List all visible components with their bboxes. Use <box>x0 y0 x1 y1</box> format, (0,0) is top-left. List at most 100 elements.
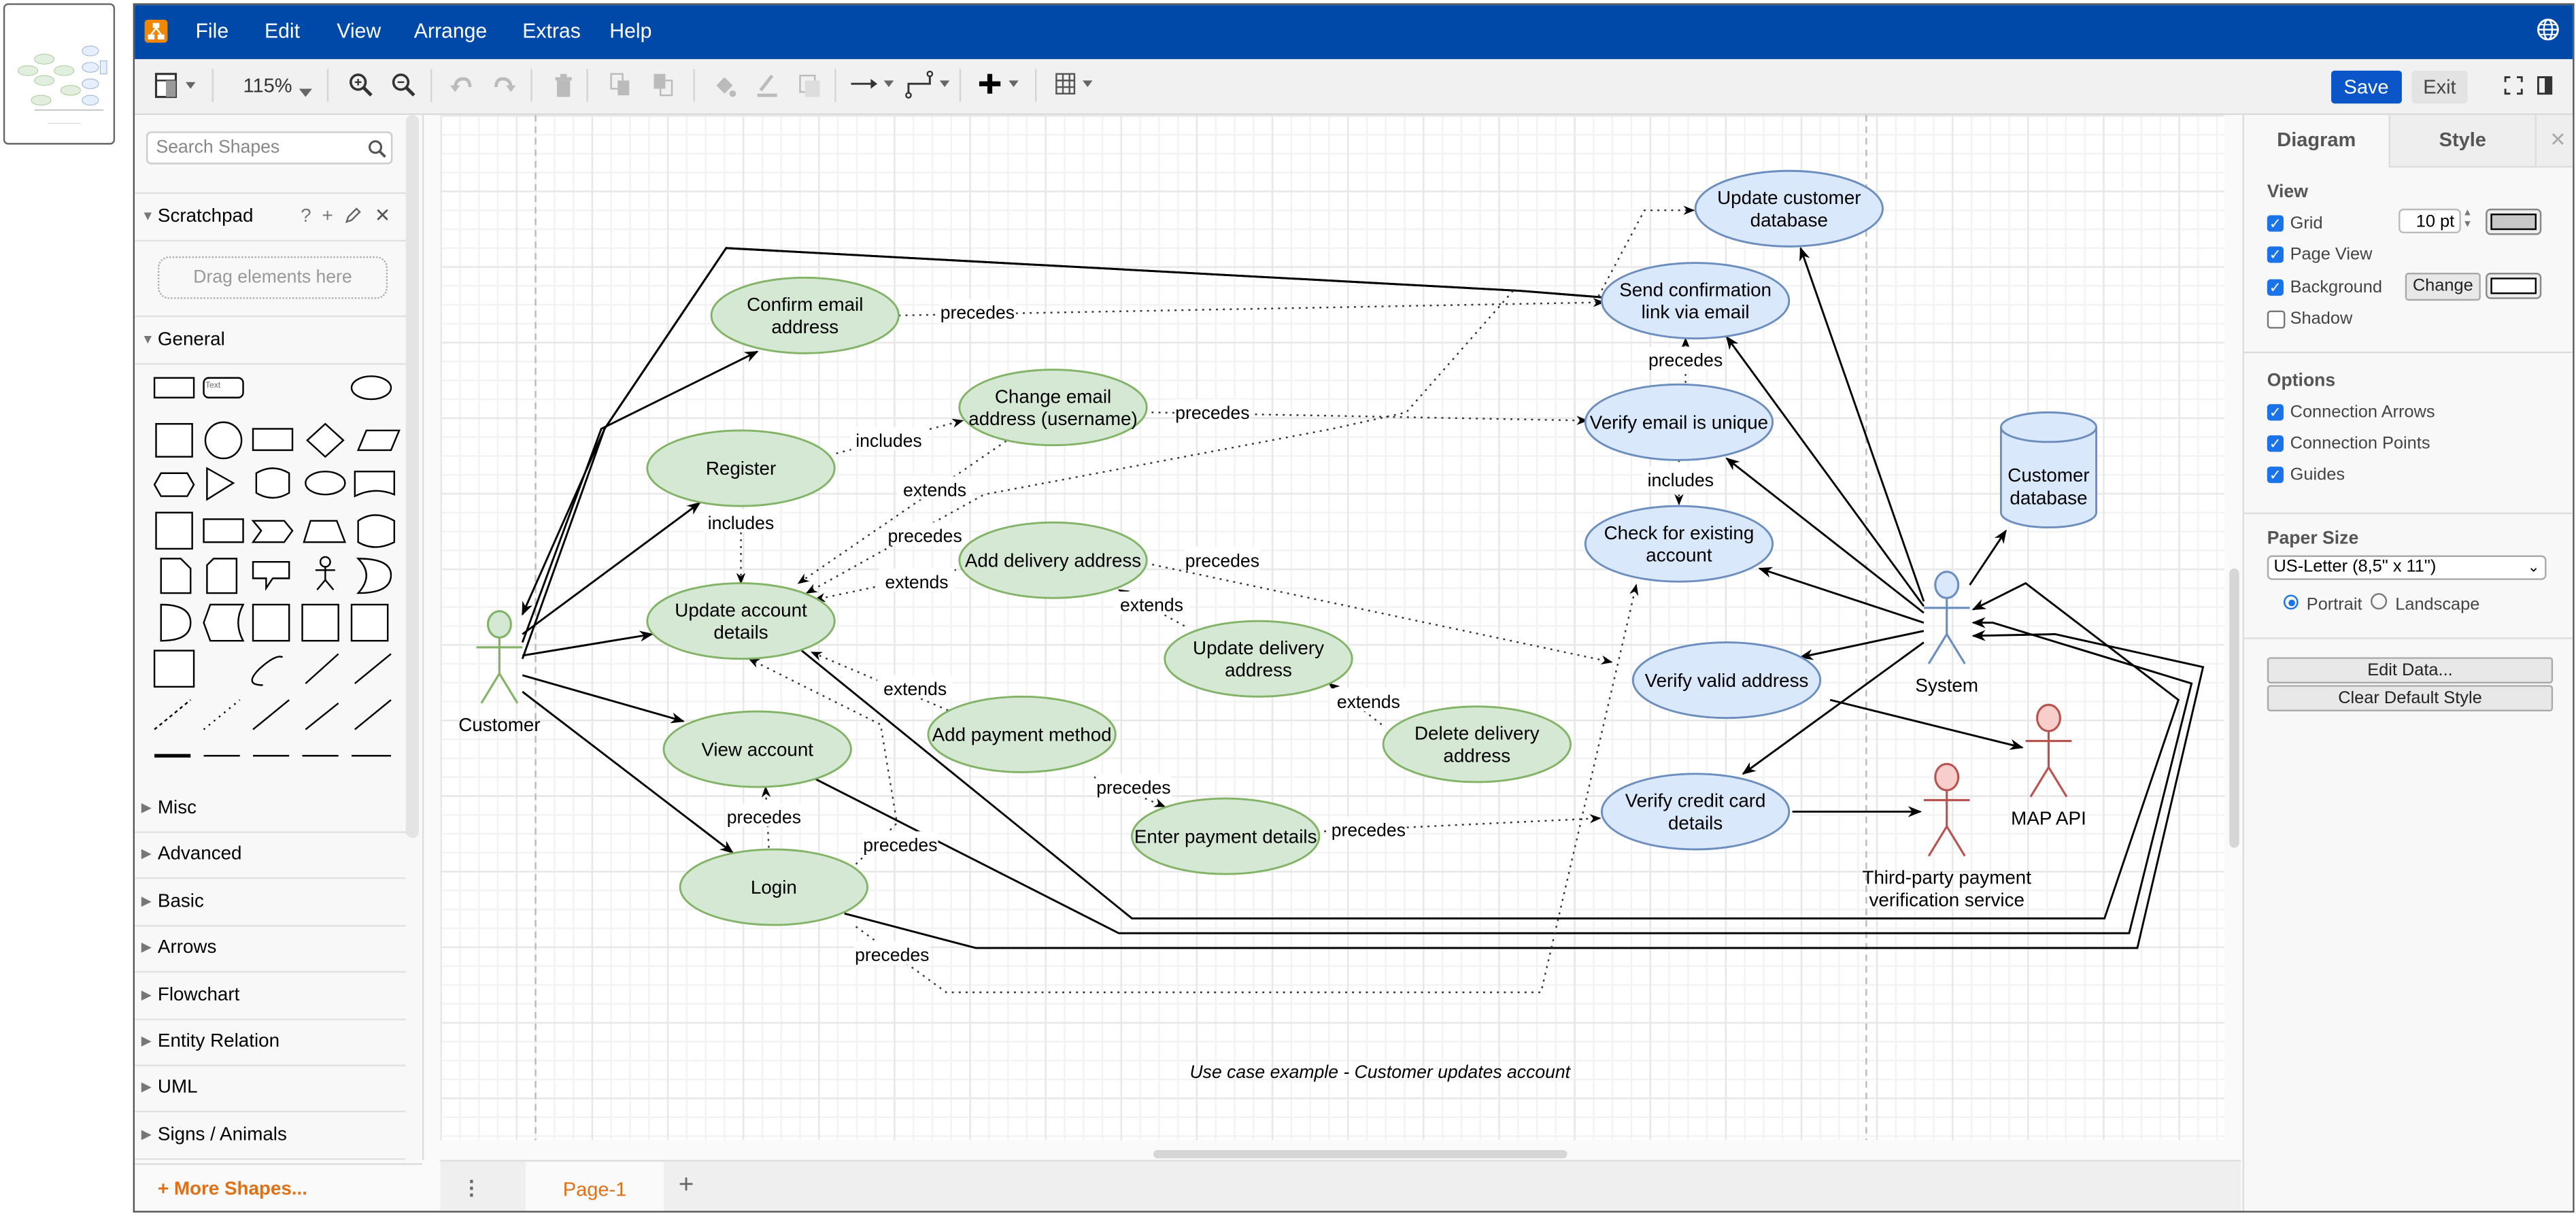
fill-color-icon[interactable] <box>713 72 736 103</box>
shape-card[interactable] <box>206 558 238 594</box>
edit-data-button[interactable]: Edit Data... <box>2267 657 2554 683</box>
usecase-confirm-email[interactable]: Confirm emailaddress <box>710 276 900 354</box>
guides-checkbox[interactable]: ✓ <box>2267 467 2284 484</box>
section-signs-animals[interactable]: ▶ Signs / Animals <box>135 1112 406 1160</box>
scratchpad-close-icon[interactable]: ✕ <box>375 194 390 240</box>
grid-color-button[interactable] <box>2486 208 2542 235</box>
page-view-checkbox[interactable]: ✓ <box>2267 246 2284 263</box>
background-checkbox[interactable]: ✓ <box>2267 279 2284 296</box>
shape-cloud[interactable] <box>305 471 346 496</box>
scratchpad-dropzone[interactable]: Drag elements here <box>157 256 388 299</box>
undo-icon[interactable] <box>450 72 473 100</box>
shape-delay[interactable] <box>160 603 192 642</box>
add-page-button[interactable]: + <box>679 1171 694 1200</box>
panel-toggle-icon[interactable] <box>2537 75 2553 100</box>
portrait-radio[interactable] <box>2283 594 2299 610</box>
shape-container[interactable] <box>252 603 290 642</box>
sidebar-scrollbar[interactable] <box>405 115 420 839</box>
shape-bidirectional-connector[interactable] <box>305 703 339 730</box>
shape-swimlane[interactable] <box>350 603 389 642</box>
usecase-add-payment[interactable]: Add payment method <box>927 695 1117 773</box>
shape-parallelogram[interactable] <box>356 429 401 452</box>
shape-rectangle[interactable] <box>153 377 195 399</box>
shape-directional-connector[interactable] <box>354 699 392 730</box>
association-edge[interactable] <box>522 630 654 657</box>
zoom-dropdown-icon[interactable] <box>299 80 313 103</box>
background-color-button[interactable] <box>2486 273 2542 299</box>
search-shapes-input[interactable]: Search Shapes <box>146 131 393 165</box>
more-shapes-button[interactable]: + More Shapes... <box>158 1180 307 1200</box>
shape-data-storage[interactable] <box>203 603 245 642</box>
shape-actor[interactable] <box>315 556 335 591</box>
connection-style-icon[interactable] <box>851 72 897 100</box>
usecase-login[interactable]: Login <box>679 848 868 926</box>
usecase-change-email[interactable]: Change emailaddress (username) <box>958 369 1148 447</box>
globe-icon[interactable] <box>2537 18 2560 46</box>
actor-system[interactable]: System <box>1915 571 1978 696</box>
shape-ellipse[interactable] <box>350 375 392 401</box>
shape-dotted-line[interactable] <box>203 699 241 730</box>
usecase-verify-address[interactable]: Verify valid address <box>1631 641 1822 720</box>
shape-bidirectional-arrow[interactable] <box>305 653 339 684</box>
connection-arrows-checkbox[interactable]: ✓ <box>2267 404 2284 421</box>
shape-diamond[interactable] <box>305 422 345 458</box>
format-panel-icon[interactable] <box>154 72 197 103</box>
section-entity-relation[interactable]: ▶ Entity Relation <box>135 1019 406 1066</box>
shape-process[interactable] <box>252 428 294 452</box>
shape-list[interactable] <box>153 649 195 688</box>
menu-extras[interactable]: Extras <box>522 20 581 43</box>
shape-curve[interactable] <box>251 656 284 686</box>
tab-style[interactable]: Style <box>2388 115 2535 168</box>
change-background-button[interactable]: Change <box>2405 273 2481 301</box>
shape-internal-storage[interactable] <box>155 511 193 550</box>
menu-file[interactable]: File <box>195 20 228 43</box>
clear-default-style-button[interactable]: Clear Default Style <box>2267 685 2554 712</box>
shadow-icon[interactable] <box>798 72 821 103</box>
association-edge[interactable] <box>1799 246 1925 602</box>
shape-tape[interactable] <box>357 514 395 548</box>
grid-checkbox[interactable]: ✓ <box>2267 215 2284 232</box>
menu-help[interactable]: Help <box>609 20 651 43</box>
scratchpad-header[interactable]: ▼ Scratchpad ? + ✕ <box>135 192 406 242</box>
shape-callout[interactable] <box>252 560 290 591</box>
scratchpad-help-icon[interactable]: ? <box>301 194 311 240</box>
shape-arrow[interactable] <box>354 653 392 684</box>
usecase-enter-payment[interactable]: Enter payment details <box>1131 797 1321 875</box>
actor-map-api[interactable]: MAP API <box>2011 703 2086 829</box>
association-edge[interactable] <box>1969 529 2007 586</box>
pages-menu-icon[interactable]: ⋮ <box>462 1177 481 1200</box>
insert-icon[interactable] <box>979 72 1026 100</box>
shape-note[interactable] <box>160 558 192 594</box>
shape-step[interactable] <box>251 520 294 543</box>
usecase-add-delivery[interactable]: Add delivery address <box>958 521 1148 599</box>
connection-points-checkbox[interactable]: ✓ <box>2267 435 2284 452</box>
search-icon[interactable] <box>368 139 386 163</box>
usecase-send-confirm[interactable]: Send confirmationlink via email <box>1600 262 1791 340</box>
shape-or[interactable] <box>356 558 392 594</box>
association-edge[interactable] <box>1829 698 2024 750</box>
section-basic[interactable]: ▶ Basic <box>135 879 406 927</box>
shape-trapezoid[interactable] <box>303 520 347 543</box>
shape-cube[interactable] <box>203 518 244 543</box>
usecase-verify-card[interactable]: Verify credit carddetails <box>1600 773 1791 851</box>
paper-size-select[interactable]: US-Letter (8,5" x 11") ⌄ <box>2267 555 2547 580</box>
landscape-radio[interactable] <box>2370 593 2388 610</box>
diagram-canvas[interactable]: Confirm email address Register Change email… <box>440 115 2224 1141</box>
zoom-in-icon[interactable] <box>348 72 375 103</box>
redo-icon[interactable] <box>493 72 516 100</box>
usecase-register[interactable]: Register <box>646 429 836 507</box>
delete-icon[interactable] <box>554 72 573 103</box>
shape-text[interactable]: Text <box>205 380 221 390</box>
usecase-update-db[interactable]: Update customerdatabase <box>1694 169 1884 248</box>
usecase-update-delivery[interactable]: Update deliveryaddress <box>1164 620 1353 698</box>
shape-circle[interactable] <box>204 421 243 460</box>
association-edge[interactable] <box>522 674 685 724</box>
shape-square[interactable] <box>155 423 193 458</box>
usecase-delete-delivery[interactable]: Delete deliveryaddress <box>1382 705 1572 783</box>
shape-frame[interactable] <box>301 603 339 642</box>
shadow-checkbox[interactable] <box>2267 310 2286 329</box>
scratchpad-add-icon[interactable]: + <box>322 194 333 240</box>
usecase-check-existing[interactable]: Check for existingaccount <box>1584 505 1774 583</box>
association-edge[interactable] <box>1799 630 1925 660</box>
vertical-scrollbar[interactable] <box>2229 568 2239 848</box>
